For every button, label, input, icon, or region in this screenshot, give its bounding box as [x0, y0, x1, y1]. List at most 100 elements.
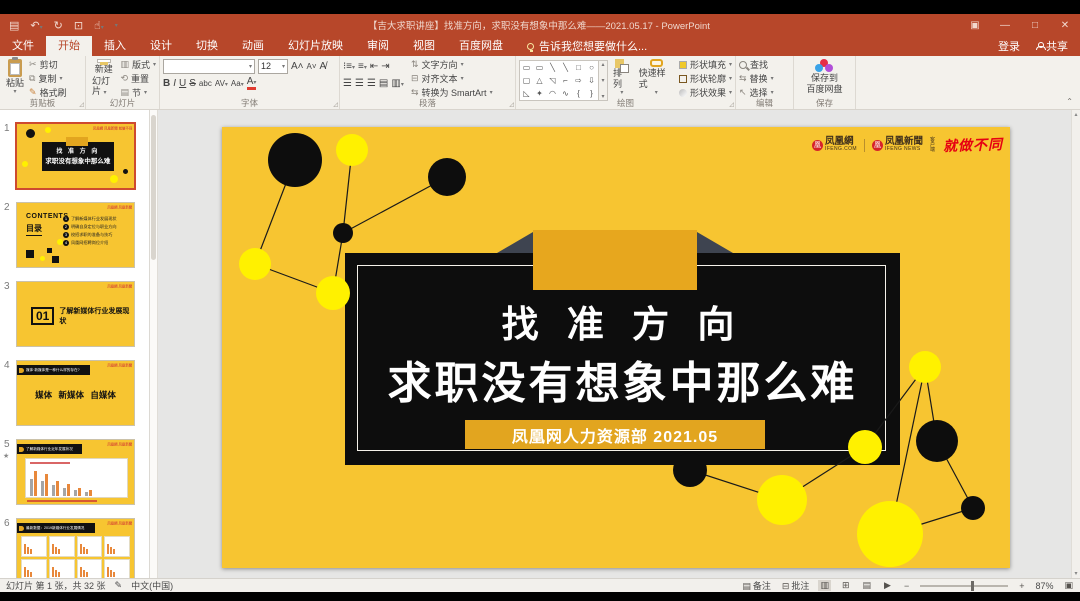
align-right-icon[interactable]: ☰	[367, 78, 376, 89]
new-slide-button[interactable]: 新建 幻灯片 ▾	[89, 58, 118, 98]
close-icon[interactable]: ✕	[1050, 20, 1080, 31]
undo-icon[interactable]: ↶▾	[30, 19, 42, 32]
font-color-button[interactable]: A▾	[247, 76, 257, 90]
paste-button[interactable]: 粘贴▾	[3, 58, 27, 98]
increase-font-icon[interactable]: A˄	[291, 61, 304, 72]
zoom-slider-thumb[interactable]	[971, 581, 974, 591]
shape-gallery-scrollbar[interactable]: ▴▾▾	[599, 60, 608, 101]
sign-in-button[interactable]: 登录	[998, 38, 1020, 54]
tab-review[interactable]: 审阅	[355, 36, 401, 56]
language-indicator[interactable]: 中文(中国)	[131, 579, 173, 592]
canvas-scrollbar[interactable]: ▴▾	[1071, 110, 1080, 578]
thumbnail-4[interactable]: 4 凤凰網 凤凰新聞 媒体·新媒体是一种什么样的存在? 媒体 新媒体 自媒体	[16, 360, 135, 426]
drawing-dialog-launcher-icon[interactable]: ◿	[729, 101, 734, 108]
font-size-combo[interactable]: 12▾	[258, 59, 288, 74]
thumbnail-6-slide[interactable]: 凤凰網 凤凰新聞 最新数据：2019新媒体行业发展情况	[16, 518, 135, 578]
layout-button[interactable]: ▥版式▾	[120, 58, 156, 71]
align-center-icon[interactable]: ☰	[355, 78, 364, 89]
tab-view[interactable]: 视图	[401, 36, 447, 56]
clear-formatting-icon[interactable]: A̸	[320, 61, 327, 72]
replace-button[interactable]: ⇆替换▾	[739, 72, 774, 85]
thumbnail-1[interactable]: 1 凤凰網 凤凰新聞 就做不同 找 准 方 向 求职没有想象中那么难	[16, 123, 135, 189]
tab-insert[interactable]: 插入	[92, 36, 138, 56]
find-button[interactable]: 查找	[739, 58, 774, 71]
tab-baidu-netdisk[interactable]: 百度网盘	[447, 36, 515, 56]
decrease-font-icon[interactable]: A˅	[307, 62, 317, 71]
align-left-icon[interactable]: ☰	[343, 78, 352, 89]
shape-fill-button[interactable]: 形状填充▾	[679, 58, 732, 71]
quick-styles-button[interactable]: 快速样式▾	[636, 58, 677, 98]
text-shadow-button[interactable]: abc	[199, 79, 212, 88]
normal-view-icon[interactable]: ▥	[818, 580, 831, 591]
indent-increase-icon[interactable]: ⇥	[381, 61, 389, 72]
reading-view-icon[interactable]: ▤	[861, 580, 874, 591]
spell-check-icon[interactable]: ✎	[115, 580, 123, 591]
thumbnail-5-slide[interactable]: 凤凰網 凤凰新聞 了解新媒体行业近年发展状况	[16, 439, 135, 505]
thumbnail-6[interactable]: 6 凤凰網 凤凰新聞 最新数据：2019新媒体行业发展情况	[16, 518, 135, 578]
thumbnail-2-slide[interactable]: 凤凰網 凤凰新聞 CONTENTS 目录 1了解新媒体行业发展现状 2明确自身定…	[16, 202, 135, 268]
tab-animations[interactable]: 动画	[230, 36, 276, 56]
italic-button[interactable]: I	[173, 78, 176, 89]
text-direction-button[interactable]: ⇅文字方向▾	[411, 58, 493, 71]
reset-button[interactable]: ⟲重置	[120, 72, 156, 85]
comments-button[interactable]: ⊟批注	[780, 579, 810, 592]
slide-editor[interactable]: 找 准 方 向 求职没有想象中那么难 凤凰网人力资源部 2021.05 凰 凤凰…	[222, 127, 1010, 568]
character-spacing-button[interactable]: AV▾	[215, 79, 228, 88]
underline-button[interactable]: U	[179, 78, 186, 89]
tab-file[interactable]: 文件	[0, 36, 46, 56]
fit-slide-icon[interactable]: ▣	[1062, 580, 1075, 591]
ribbon: 粘贴▾ ✂剪切 ⧉复制▾ ✎格式刷 剪贴板 ◿ 新建 幻灯片 ▾ ▥版式▾	[0, 56, 1080, 110]
thumbnail-5[interactable]: 5 ★ 凤凰網 凤凰新聞 了解新媒体行业近年发展状况	[16, 439, 135, 505]
save-to-baidu-button[interactable]: 保存到 百度网盘	[803, 58, 845, 98]
save-icon[interactable]: ▤	[9, 19, 19, 32]
zoom-in-icon[interactable]: +	[1017, 581, 1026, 591]
zoom-level[interactable]: 87%	[1035, 581, 1053, 591]
thumbnail-panel-scrollbar[interactable]	[150, 110, 158, 578]
slide-title-line2[interactable]: 求职没有想象中那么难	[325, 347, 920, 411]
collapse-ribbon-icon[interactable]: ⌃	[1066, 97, 1073, 106]
ribbon-display-options-icon[interactable]: ▣	[960, 20, 990, 31]
tab-transitions[interactable]: 切换	[184, 36, 230, 56]
notes-button[interactable]: ▤备注	[740, 579, 771, 592]
redo-icon[interactable]: ↻	[54, 19, 63, 32]
bullets-icon[interactable]: ⁝≡▾	[343, 61, 355, 72]
slide-title-line1[interactable]: 找 准 方 向	[345, 294, 900, 348]
thumbnail-3[interactable]: 3 凤凰網 凤凰新聞 01 了解新媒体行业发展现状	[16, 281, 135, 347]
thumbnail-3-slide[interactable]: 凤凰網 凤凰新聞 01 了解新媒体行业发展现状	[16, 281, 135, 347]
share-button[interactable]: 共享	[1036, 38, 1068, 54]
minimize-icon[interactable]: —	[990, 20, 1020, 31]
strikethrough-button[interactable]: S	[189, 78, 196, 89]
indent-decrease-icon[interactable]: ⇤	[370, 61, 378, 72]
tell-me-box[interactable]: 告诉我您想要做什么...	[527, 36, 647, 56]
zoom-out-icon[interactable]: −	[902, 581, 911, 591]
shape-gallery[interactable]: ▭▭╲╲□○ ▢△◹⌐⇨⇩ ◺✦◠∿{} ▴▾▾	[519, 58, 608, 98]
font-name-combo[interactable]: ▾	[163, 59, 255, 74]
align-text-button[interactable]: ⊟对齐文本▾	[411, 72, 493, 85]
slideshow-view-icon[interactable]: ▶	[882, 580, 893, 591]
cut-button[interactable]: ✂剪切	[29, 58, 67, 71]
slide-banner[interactable]: 凤凰网人力资源部 2021.05	[465, 420, 765, 449]
tab-slideshow[interactable]: 幻灯片放映	[276, 36, 355, 56]
clipboard-dialog-launcher-icon[interactable]: ◿	[79, 101, 84, 108]
font-dialog-launcher-icon[interactable]: ◿	[333, 101, 338, 108]
maximize-icon[interactable]: □	[1020, 20, 1050, 31]
change-case-button[interactable]: Aa▾	[231, 79, 244, 88]
paragraph-dialog-launcher-icon[interactable]: ◿	[509, 101, 514, 108]
slide-sorter-view-icon[interactable]: ⊞	[840, 580, 852, 591]
gold-tab-shape[interactable]	[533, 230, 697, 290]
thumbnail-2[interactable]: 2 凤凰網 凤凰新聞 CONTENTS 目录 1了解新媒体行业发展现状 2明确自…	[16, 202, 135, 268]
tab-home[interactable]: 开始	[46, 36, 92, 56]
thumbnail-1-slide[interactable]: 凤凰網 凤凰新聞 就做不同 找 准 方 向 求职没有想象中那么难	[16, 123, 135, 189]
start-slideshow-icon[interactable]: ⊡	[74, 19, 83, 32]
touch-mode-icon[interactable]: ☝▾	[94, 19, 104, 32]
shape-outline-button[interactable]: 形状轮廓▾	[679, 72, 732, 85]
arrange-button[interactable]: 排列▾	[610, 58, 634, 98]
zoom-slider[interactable]	[920, 585, 1008, 587]
numbering-icon[interactable]: ≡▾	[358, 61, 367, 72]
thumbnail-4-slide[interactable]: 凤凰網 凤凰新聞 媒体·新媒体是一种什么样的存在? 媒体 新媒体 自媒体	[16, 360, 135, 426]
justify-icon[interactable]: ▤	[379, 78, 388, 89]
tab-design[interactable]: 设计	[138, 36, 184, 56]
copy-button[interactable]: ⧉复制▾	[29, 72, 67, 85]
bold-button[interactable]: B	[163, 78, 170, 89]
columns-icon[interactable]: ▥▾	[391, 78, 403, 89]
